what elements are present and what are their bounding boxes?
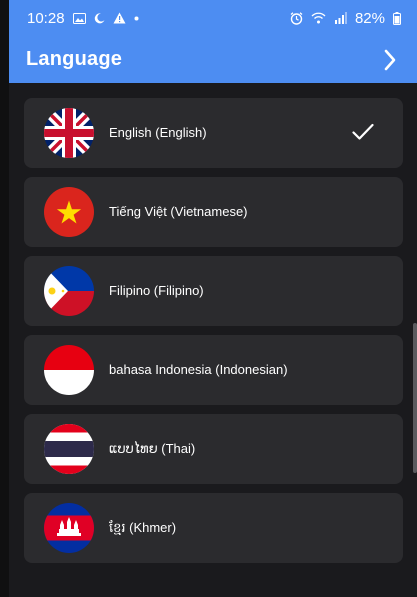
language-screen: 10:28 82% Language English (English) Tiế… [0, 0, 417, 597]
scrollbar-thumb[interactable] [413, 323, 417, 473]
status-bar: 10:28 82% [9, 0, 417, 36]
alarm-icon [290, 11, 303, 25]
moon-icon [94, 12, 105, 24]
language-label: bahasa Indonesia (Indonesian) [109, 362, 288, 377]
image-icon [72, 12, 86, 24]
flag-cambodia-icon [44, 503, 94, 553]
language-item-filipino[interactable]: Filipino (Filipino) [24, 256, 403, 326]
status-right: 82% [290, 10, 401, 27]
page-title: Language [26, 48, 123, 70]
battery-percent: 82% [354, 9, 385, 27]
checkmark-icon [352, 123, 374, 140]
language-item-vietnamese[interactable]: Tiếng Việt (Vietnamese) [24, 177, 403, 247]
flag-thailand-icon [44, 424, 94, 474]
app-bar: Language [9, 36, 417, 83]
flag-indonesia-icon [44, 345, 94, 395]
language-label: Filipino (Filipino) [109, 283, 204, 298]
flag-uk-icon [44, 108, 94, 158]
language-label: Tiếng Việt (Vietnamese) [109, 204, 248, 219]
screen-edge [0, 0, 9, 597]
language-item-thai[interactable]: ແບບໄທຍ (Thai) [24, 414, 403, 484]
flag-philippines-icon [44, 266, 94, 316]
language-item-indonesian[interactable]: bahasa Indonesia (Indonesian) [24, 335, 403, 405]
battery-icon [393, 11, 401, 25]
language-item-khmer[interactable]: ខ្មែរ (Khmer) [24, 493, 403, 563]
flag-vietnam-icon [44, 187, 94, 237]
next-button[interactable] [379, 46, 401, 74]
language-item-english[interactable]: English (English) [24, 98, 403, 168]
warning-icon [113, 12, 126, 24]
language-label: English (English) [109, 125, 207, 140]
language-label: ខ្មែរ (Khmer) [109, 520, 177, 535]
chevron-right-icon [384, 49, 396, 70]
signal-icon [334, 12, 347, 24]
dot-icon [134, 16, 139, 21]
language-label: ແບບໄທຍ (Thai) [109, 441, 196, 456]
wifi-icon [311, 12, 326, 24]
status-time: 10:28 [27, 9, 65, 27]
status-left: 10:28 [27, 10, 139, 27]
